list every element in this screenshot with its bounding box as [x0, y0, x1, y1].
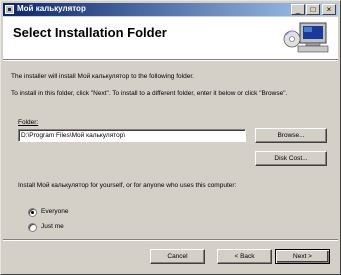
minimize-button[interactable]: _: [291, 4, 305, 15]
radio-just-me-button[interactable]: [28, 223, 37, 232]
next-button[interactable]: Next >: [275, 249, 330, 264]
maximize-button[interactable]: □: [306, 4, 320, 15]
cancel-button[interactable]: Cancel: [150, 249, 205, 264]
radio-everyone-button[interactable]: [28, 208, 37, 217]
page-title: Select Installation Folder: [13, 25, 167, 40]
folder-input[interactable]: D:\Program Files\Мой калькулятор\: [18, 129, 246, 142]
disk-cost-button[interactable]: Disk Cost...: [255, 151, 327, 166]
title-bar[interactable]: Мой калькулятор _ □ ×: [3, 3, 338, 16]
header-divider: [3, 60, 338, 61]
folder-label: Folder:: [18, 119, 39, 126]
browse-button[interactable]: Browse...: [255, 128, 327, 143]
app-icon: [5, 5, 14, 14]
footer-separator: [3, 239, 338, 241]
window-title: Мой калькулятор: [17, 4, 86, 13]
wizard-header: Select Installation Folder: [3, 17, 338, 60]
radio-selected-dot: [31, 211, 34, 214]
radio-just-me-label[interactable]: Just me: [41, 223, 64, 230]
computer-disk-icon: [283, 22, 329, 53]
instruction-text: To install in this folder, click "Next".…: [11, 90, 288, 97]
back-button[interactable]: < Back: [217, 249, 272, 264]
install-for-text: Install Мой калькулятор for yourself, or…: [18, 182, 237, 189]
intro-text: The installer will install Мой калькулят…: [11, 73, 194, 80]
close-button[interactable]: ×: [322, 4, 336, 15]
radio-everyone-label[interactable]: Everyone: [41, 208, 68, 215]
installer-window: Мой калькулятор _ □ × Select Installatio…: [0, 0, 341, 275]
